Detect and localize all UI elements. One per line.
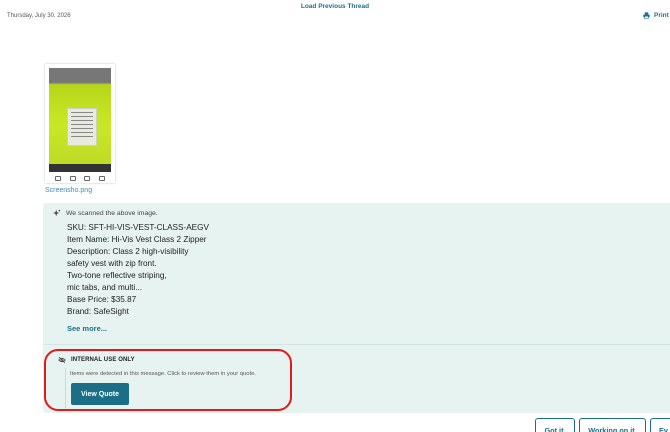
attachment-filename-link[interactable]: Screensho.png — [45, 187, 92, 194]
photo-toolbar-strip — [49, 164, 111, 172]
search-icon[interactable] — [84, 175, 91, 181]
ai-scan-panel: We scanned the above image. SKU: SFT-HI-… — [43, 203, 670, 413]
image-attachment-thumbnail[interactable] — [45, 64, 115, 183]
expand-icon[interactable] — [98, 175, 105, 181]
garment-tag — [67, 108, 97, 146]
internal-use-header: INTERNAL USE ONLY — [58, 356, 135, 364]
eye-off-icon — [58, 356, 66, 364]
sparkle-icon — [53, 209, 61, 217]
ai-scan-heading: We scanned the above image. — [66, 209, 158, 217]
view-icon[interactable] — [55, 175, 62, 181]
ai-scan-details: SKU: SFT-HI-VIS-VEST-CLASS-AEGV Item Nam… — [67, 222, 209, 318]
message-thread: Load Previous Thread Thursday, July 30, … — [0, 0, 670, 432]
thread-date: Thursday, July 30, 2026 — [7, 13, 71, 19]
see-more-link[interactable]: See more... — [67, 324, 107, 333]
print-label: Print — [654, 12, 669, 19]
detail-line-brand: Brand: SafeSight — [67, 307, 129, 316]
detail-line-item-name: Item Name: Hi-Vis Vest Class 2 Zipper — [67, 235, 207, 244]
printer-icon — [643, 12, 650, 19]
panel-divider — [43, 344, 670, 345]
detail-line-description: Description: Class 2 high-visibility — [67, 247, 189, 256]
vest-photo — [49, 68, 111, 172]
internal-section-rule — [65, 368, 66, 408]
ai-scan-header: We scanned the above image. — [53, 209, 158, 217]
quick-reply-working-button[interactable]: Working on it. — [579, 418, 646, 432]
detail-line-sku: SKU: SFT-HI-VIS-VEST-CLASS-AEGV — [67, 223, 209, 232]
detail-line-description-4: mic tabs, and multi... — [67, 283, 143, 292]
quick-reply-got-it-button[interactable]: Got it. — [535, 418, 575, 432]
view-quote-button[interactable]: View Quote — [71, 383, 129, 405]
detail-line-description-3: Two-tone reflective striping, — [67, 271, 167, 280]
internal-use-title: INTERNAL USE ONLY — [71, 357, 135, 363]
thumbnail-tools — [45, 174, 115, 182]
print-button[interactable]: Print — [643, 12, 669, 19]
load-previous-thread-link[interactable]: Load Previous Thread — [0, 3, 670, 10]
quick-reply-ev-button[interactable]: Ev — [650, 418, 670, 432]
detail-line-description-2: safety vest with zip front. — [67, 259, 157, 268]
internal-use-message: Items were detected in this message. Cli… — [70, 371, 256, 377]
download-icon[interactable] — [69, 175, 76, 181]
detail-line-base-price: Base Price: $35.87 — [67, 295, 137, 304]
